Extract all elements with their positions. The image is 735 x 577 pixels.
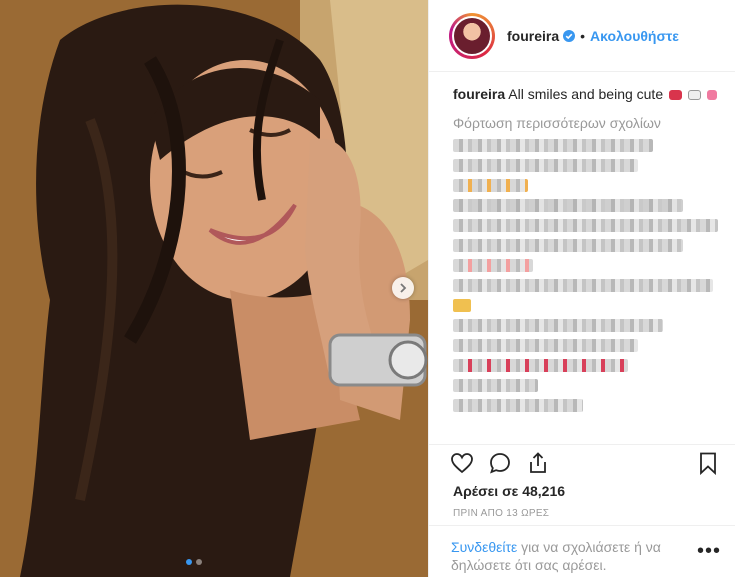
post-timestamp: ΠΡΙΝ ΑΠΟ 13 ΩΡΕΣ — [453, 508, 550, 519]
like-button[interactable] — [449, 450, 475, 476]
verified-badge-icon — [563, 29, 576, 42]
caption-text: All smiles and being cute — [508, 86, 664, 102]
comment-item — [453, 299, 471, 312]
login-prompt: Συνδεθείτε για να σχολιάσετε ή να δηλώσε… — [429, 525, 735, 577]
carousel-next-button[interactable] — [392, 277, 414, 299]
load-more-comments-link[interactable]: Φόρτωση περισσότερων σχολίων — [453, 115, 719, 131]
carousel-dot — [196, 559, 202, 565]
comment-item — [453, 139, 653, 152]
caption-username[interactable]: foureira — [453, 86, 505, 102]
comment-button[interactable] — [487, 450, 513, 476]
follow-button[interactable]: Ακολουθήστε — [590, 28, 679, 44]
avatar[interactable] — [449, 12, 495, 59]
likes-count[interactable]: Αρέσει σε 48,216 — [453, 483, 565, 499]
carousel-indicator — [186, 559, 202, 565]
username-link[interactable]: foureira — [507, 28, 559, 44]
comment-item — [453, 179, 528, 192]
comment-item — [453, 279, 713, 292]
avatar-image — [452, 15, 492, 56]
more-options-button[interactable]: ••• — [697, 541, 721, 561]
share-icon — [530, 451, 546, 473]
photo-illustration — [0, 0, 428, 577]
kiss-emoji-icon — [669, 90, 683, 101]
heart-icon — [451, 452, 473, 473]
comment-item — [453, 259, 533, 272]
hearts-emoji-icon — [706, 90, 717, 101]
comment-item — [453, 159, 638, 172]
bookmark-icon — [700, 452, 716, 475]
post-side-panel: foureira • Ακολουθήστε foureira All smil… — [428, 0, 735, 577]
post-header: foureira • Ακολουθήστε — [429, 0, 735, 72]
blurred-comments — [453, 139, 719, 412]
comment-item — [453, 319, 663, 332]
comment-item — [453, 219, 718, 232]
cute-emoji-icon — [687, 90, 701, 101]
chevron-right-icon — [400, 283, 407, 293]
comments-list: foureira All smiles and being cute Φόρτω… — [429, 72, 735, 444]
comment-item — [453, 359, 628, 372]
comment-item — [453, 379, 538, 392]
separator-dot: • — [580, 27, 586, 44]
post-caption: foureira All smiles and being cute — [453, 85, 719, 103]
post-actions-bar — [429, 444, 735, 480]
comment-item — [453, 339, 638, 352]
save-button[interactable] — [695, 450, 721, 476]
share-button[interactable] — [525, 450, 551, 476]
post-photo[interactable] — [0, 0, 428, 577]
carousel-dot — [186, 559, 192, 565]
comment-item — [453, 199, 683, 212]
comment-item — [453, 399, 583, 412]
comment-icon — [490, 452, 510, 474]
login-link[interactable]: Συνδεθείτε — [451, 539, 517, 555]
comment-item — [453, 239, 683, 252]
